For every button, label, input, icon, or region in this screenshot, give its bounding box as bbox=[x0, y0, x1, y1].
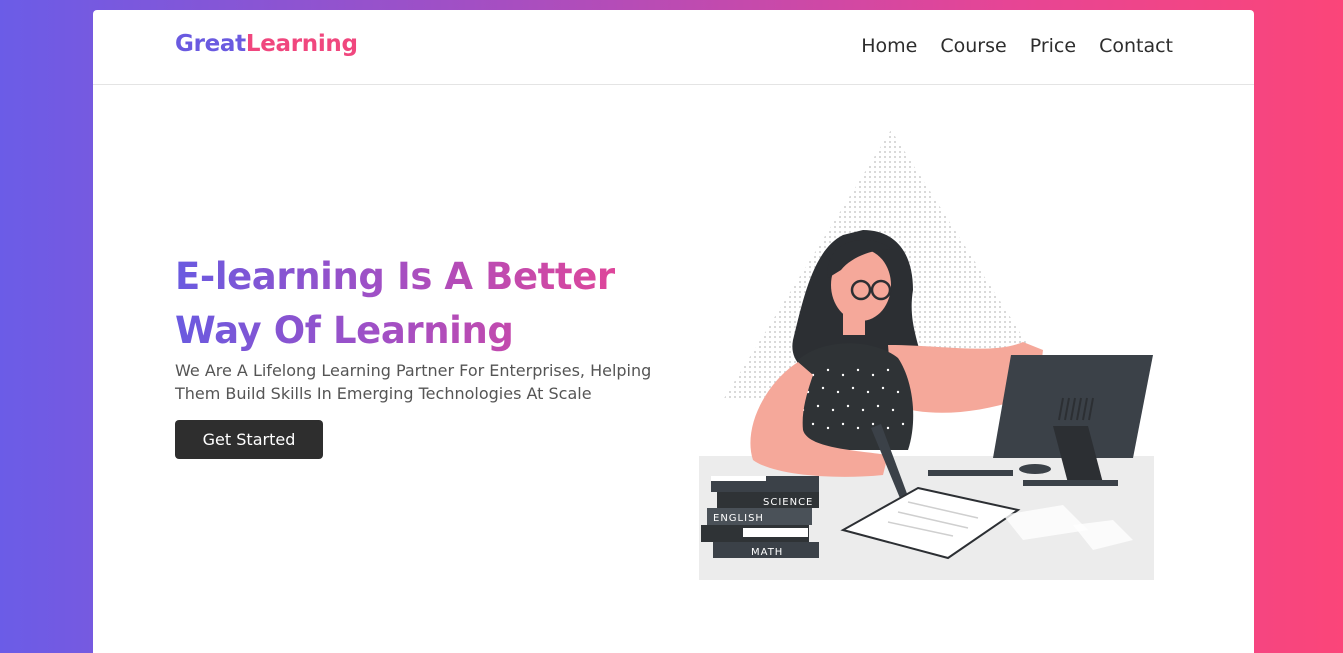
main-nav: Home Course Price Contact bbox=[861, 35, 1173, 57]
hero-subtitle-line2: Them Build Skills In Emerging Technologi… bbox=[175, 384, 592, 403]
hero-title-line2: Way Of Learning bbox=[175, 309, 514, 352]
book-stack: SCIENCE ENGLISH MATH bbox=[701, 476, 819, 558]
keyboard bbox=[928, 470, 1013, 476]
nav-link-course[interactable]: Course bbox=[940, 35, 1006, 57]
nav-link-contact[interactable]: Contact bbox=[1099, 35, 1173, 57]
hero-subtitle-line1: We Are A Lifelong Learning Partner For E… bbox=[175, 361, 652, 380]
main-card: GreatLearning Home Course Price Contact … bbox=[93, 10, 1254, 653]
brand-logo-part2: Learning bbox=[245, 31, 358, 57]
nav-link-home[interactable]: Home bbox=[861, 35, 917, 57]
book-label-science: SCIENCE bbox=[763, 497, 813, 508]
get-started-button[interactable]: Get Started bbox=[175, 420, 323, 459]
brand-logo[interactable]: GreatLearning bbox=[175, 31, 358, 57]
hero-title: E-learning Is A Better Way Of Learning bbox=[175, 250, 645, 358]
hero-subtitle: We Are A Lifelong Learning Partner For E… bbox=[175, 359, 675, 405]
book-label-math: MATH bbox=[751, 547, 783, 558]
navbar: GreatLearning Home Course Price Contact bbox=[93, 10, 1254, 85]
monitor-base bbox=[1023, 480, 1118, 486]
hero-illustration: SCIENCE ENGLISH MATH bbox=[699, 130, 1154, 580]
book-label-english: ENGLISH bbox=[713, 513, 764, 524]
mouse bbox=[1019, 464, 1051, 474]
hero-title-line1: E-learning Is A Better bbox=[175, 255, 615, 298]
nav-link-price[interactable]: Price bbox=[1030, 35, 1076, 57]
brand-logo-part1: Great bbox=[175, 31, 246, 57]
